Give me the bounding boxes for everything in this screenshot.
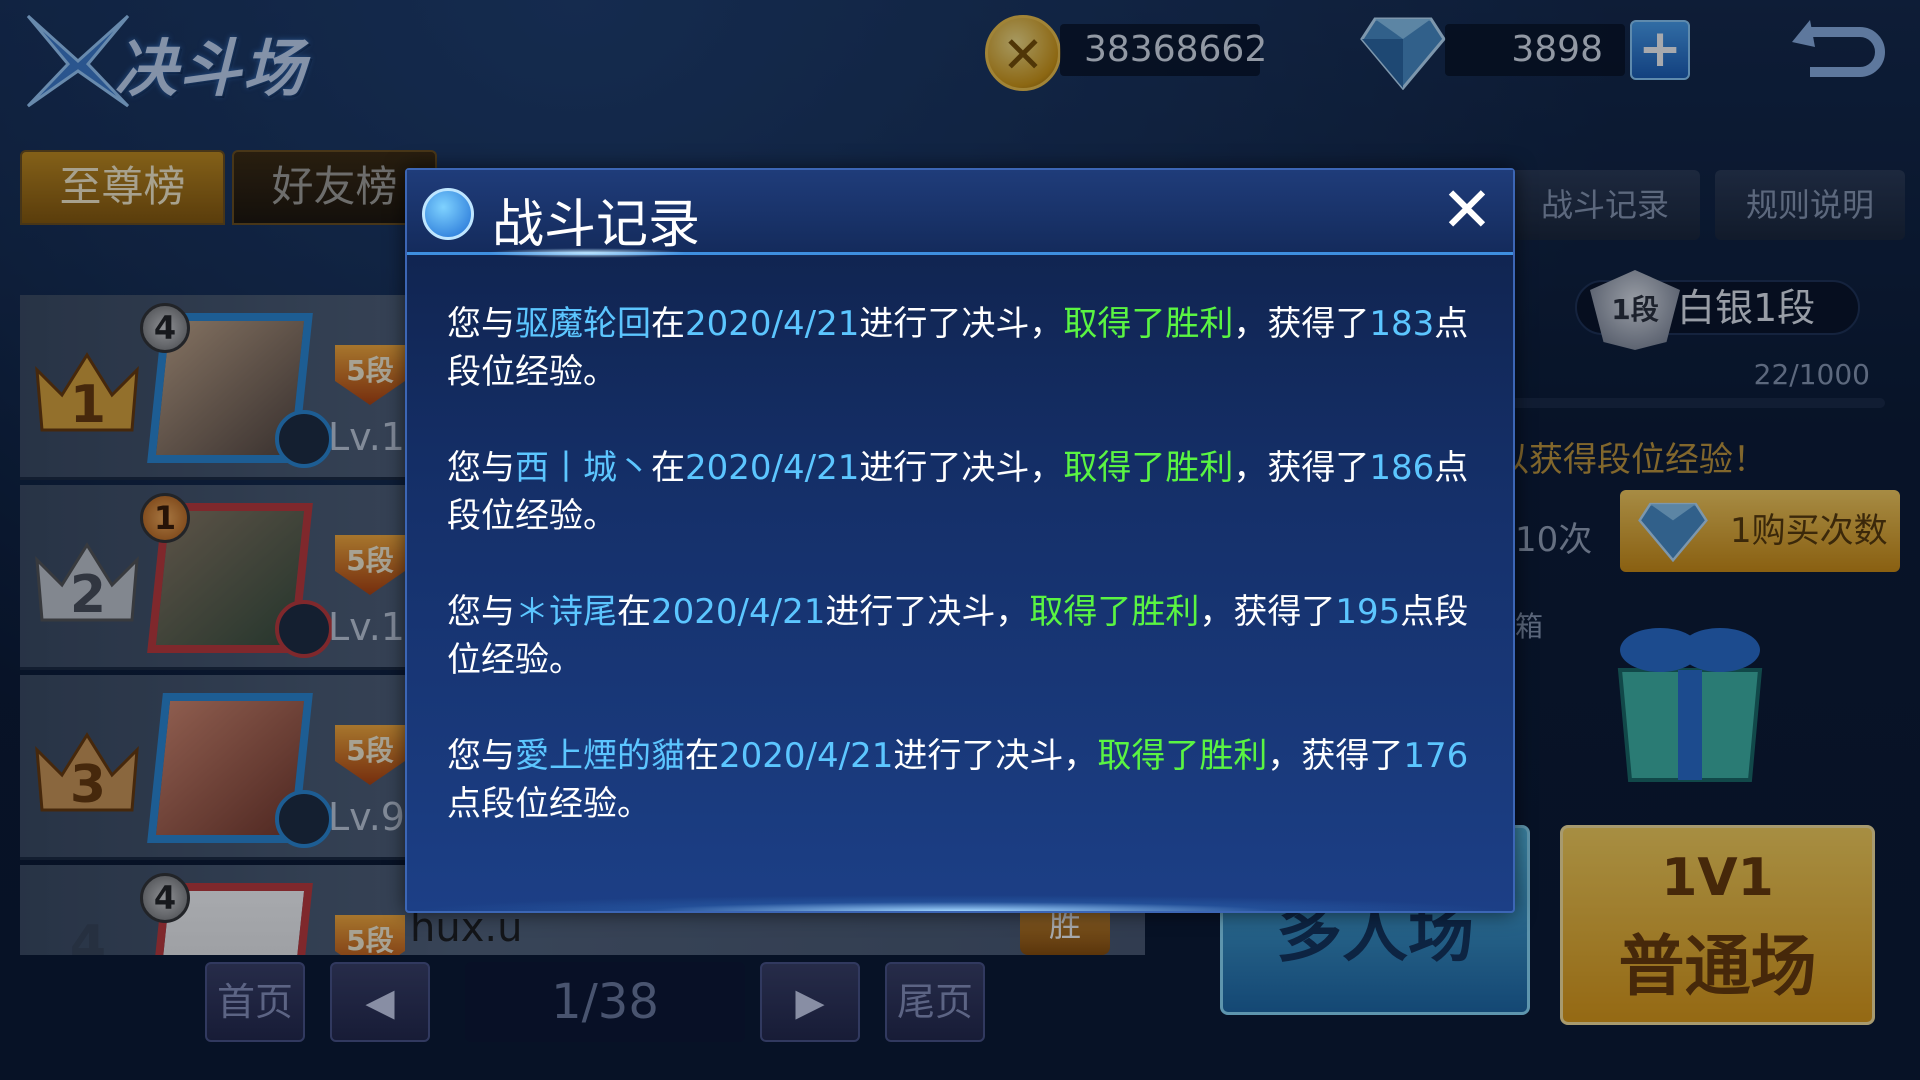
exp-gained: 186 (1369, 448, 1435, 488)
exp-gained: 176 (1403, 736, 1469, 776)
opponent-name[interactable]: 愛上煙的貓 (515, 736, 685, 776)
duel-result: 取得了胜利 (1063, 448, 1234, 488)
battle-record-dialog: 战斗记录 ✕ 您与驱魔轮回在2020/4/21进行了决斗，取得了胜利，获得了18… (405, 168, 1515, 913)
duel-result: 取得了胜利 (1097, 736, 1268, 776)
record-item: 您与驱魔轮回在2020/4/21进行了决斗，取得了胜利，获得了183点段位经验。 (447, 304, 1469, 392)
dialog-title: 战斗记录 (492, 195, 701, 255)
duel-date: 2020/4/21 (685, 304, 860, 344)
header-glow (487, 248, 687, 258)
battle-record-icon (422, 188, 474, 240)
duel-date: 2020/4/21 (651, 592, 826, 632)
record-item: 您与愛上煙的貓在2020/4/21进行了决斗，取得了胜利，获得了176点段位经验… (447, 736, 1469, 824)
opponent-name[interactable]: 驱魔轮回 (515, 304, 651, 344)
opponent-name[interactable]: 西丨城丶 (515, 448, 651, 488)
record-item: 您与西丨城丶在2020/4/21进行了决斗，取得了胜利，获得了186点段位经验。 (447, 448, 1469, 536)
duel-date: 2020/4/21 (685, 448, 860, 488)
exp-gained: 183 (1369, 304, 1435, 344)
exp-gained: 195 (1335, 592, 1401, 632)
record-list: 您与驱魔轮回在2020/4/21进行了决斗，取得了胜利，获得了183点段位经验。… (447, 300, 1487, 876)
close-icon[interactable]: ✕ (1437, 179, 1497, 242)
opponent-name[interactable]: ＊诗尾 (515, 592, 617, 632)
record-item: 您与＊诗尾在2020/4/21进行了决斗，取得了胜利，获得了195点段位经验。 (447, 592, 1469, 680)
duel-date: 2020/4/21 (719, 736, 894, 776)
dialog-footer-glow (407, 895, 1513, 911)
duel-result: 取得了胜利 (1063, 304, 1234, 344)
dialog-header: 战斗记录 ✕ (407, 170, 1513, 258)
duel-result: 取得了胜利 (1029, 592, 1200, 632)
